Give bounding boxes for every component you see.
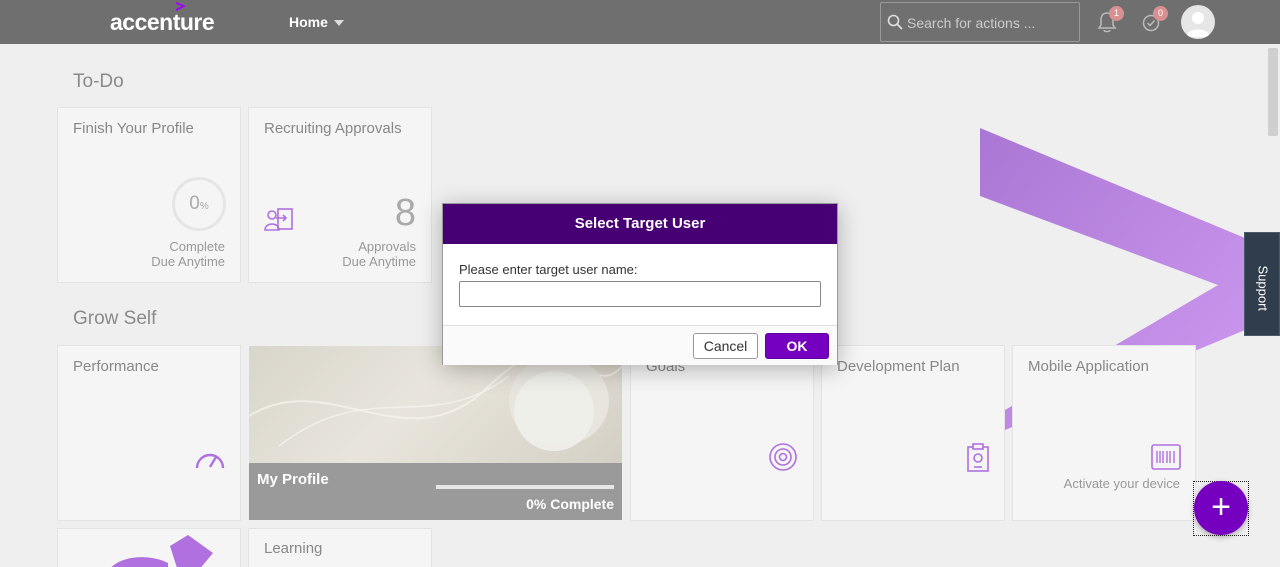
- recruiting-icon: [264, 208, 293, 231]
- tile-title: Finish Your Profile: [73, 120, 194, 137]
- profile-info-bar: My Profile 0% Complete: [249, 463, 622, 520]
- performance-tile[interactable]: Performance: [57, 345, 241, 521]
- tile-subtitle: Complete: [169, 239, 225, 254]
- avatar[interactable]: [1181, 5, 1215, 39]
- approvals-count: 8: [394, 192, 416, 234]
- tile-title: Recruiting Approvals: [264, 120, 402, 137]
- learning-tile[interactable]: Learning: [248, 528, 432, 567]
- partial-tile[interactable]: [57, 528, 241, 567]
- accenture-logo[interactable]: accenture: [110, 9, 215, 36]
- recruiting-approvals-tile[interactable]: Recruiting Approvals 8 Approvals Due Any…: [248, 107, 432, 283]
- tile-title: Learning: [264, 540, 323, 557]
- dialog-title: Select Target User: [443, 204, 837, 244]
- ok-button[interactable]: OK: [765, 333, 829, 359]
- clipboard-icon: [967, 443, 989, 472]
- tile-due: Due Anytime: [151, 254, 225, 269]
- support-label: Support: [1255, 265, 1271, 312]
- support-tab[interactable]: Support: [1244, 232, 1280, 336]
- search-input[interactable]: [907, 13, 1075, 33]
- search-icon: [887, 14, 903, 30]
- my-profile-tile[interactable]: My Profile 0% Complete: [249, 346, 622, 520]
- tile-title: Performance: [73, 358, 159, 375]
- mobile-barcode-icon: [1151, 444, 1181, 470]
- gauge-icon: [195, 453, 225, 469]
- profile-name: My Profile: [257, 471, 329, 488]
- profile-complete-text: 0% Complete: [526, 496, 614, 512]
- tile-due: Due Anytime: [342, 254, 416, 269]
- home-nav-menu[interactable]: Home: [289, 14, 344, 30]
- tile-title: Development Plan: [837, 358, 960, 375]
- plus-icon: +: [1211, 488, 1231, 526]
- scrollbar-thumb[interactable]: [1268, 48, 1278, 136]
- notifications-button[interactable]: 1: [1096, 6, 1124, 34]
- approvals-button[interactable]: 0: [1140, 6, 1168, 34]
- grow-self-section-title: Grow Self: [73, 308, 157, 329]
- cancel-button[interactable]: Cancel: [693, 333, 758, 359]
- notifications-badge: 1: [1109, 6, 1124, 21]
- development-plan-tile[interactable]: Development Plan: [821, 345, 1005, 521]
- user-silhouette-icon: [1186, 12, 1210, 37]
- chevron-down-icon: [333, 20, 344, 27]
- completion-percent: 0: [189, 193, 200, 214]
- dialog-footer: Cancel OK: [443, 325, 837, 365]
- target-user-label: Please enter target user name:: [459, 262, 638, 277]
- profile-completion-ring: 0%: [172, 177, 226, 231]
- select-target-user-dialog: Select Target User Please enter target u…: [442, 203, 838, 365]
- accenture-chevron-logo-mark: [176, 2, 186, 11]
- approvals-badge: 0: [1153, 6, 1168, 21]
- goals-tile[interactable]: Goals: [630, 345, 814, 521]
- decorative-purple-icon: [111, 535, 213, 567]
- finish-profile-tile[interactable]: Finish Your Profile 0% Complete Due Anyt…: [57, 107, 241, 283]
- target-user-input[interactable]: [459, 281, 821, 307]
- percent-sign: %: [199, 201, 209, 212]
- todo-section-title: To-Do: [73, 71, 124, 92]
- mobile-application-tile[interactable]: Mobile Application Activate your device: [1012, 345, 1196, 521]
- top-header: accenture Home 1 0: [0, 0, 1280, 44]
- home-nav-label: Home: [289, 14, 328, 30]
- profile-progress-bar: [436, 485, 614, 489]
- target-icon: [769, 443, 797, 471]
- tile-subtitle: Approvals: [358, 239, 416, 254]
- action-search[interactable]: [880, 2, 1080, 42]
- add-action-button[interactable]: +: [1194, 481, 1248, 535]
- tile-subtitle: Activate your device: [1063, 476, 1180, 491]
- tile-title: Mobile Application: [1028, 358, 1149, 375]
